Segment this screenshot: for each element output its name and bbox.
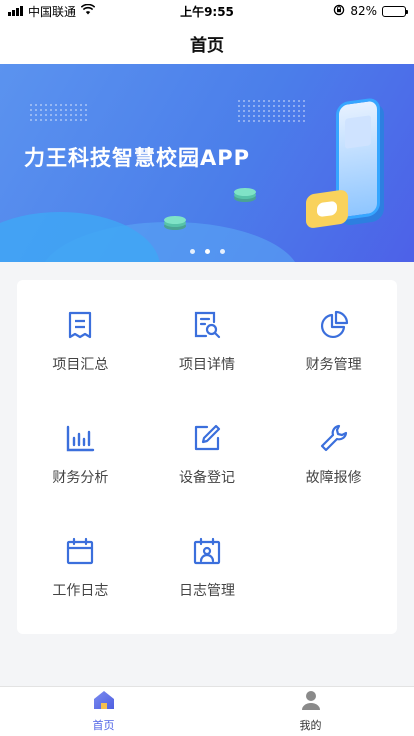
tab-label: 我的 — [299, 719, 322, 732]
banner-title: 力王科技智慧校园APP — [24, 146, 251, 170]
signal-icon — [8, 6, 23, 16]
menu-label: 项目汇总 — [52, 357, 109, 373]
carousel-dot[interactable] — [219, 249, 225, 254]
banner-dot-pattern — [30, 104, 87, 121]
orientation-lock-icon — [333, 4, 345, 19]
carousel-indicator[interactable] — [0, 249, 414, 254]
menu-label: 设备登记 — [178, 470, 235, 486]
menu-label: 财务分析 — [52, 470, 109, 486]
document-list-icon — [65, 310, 95, 340]
pie-chart-icon — [319, 310, 349, 340]
coin-stack-icon — [164, 216, 186, 224]
carrier-label: 中国联通 — [28, 4, 77, 19]
menu-item-log-management[interactable]: 日志管理 — [144, 536, 271, 649]
bar-chart-icon — [65, 423, 95, 453]
banner-carousel[interactable]: 力王科技智慧校园APP — [0, 64, 414, 262]
tab-bar: 首页 我的 — [0, 686, 414, 736]
navigation-bar: 首页 — [0, 22, 414, 64]
chat-bubble-icon — [306, 189, 348, 229]
status-bar: 中国联通 上午9:55 82% — [0, 0, 414, 22]
menu-item-equipment-registration[interactable]: 设备登记 — [144, 423, 271, 536]
menu-label: 日志管理 — [178, 583, 235, 599]
banner-decoration — [0, 212, 160, 262]
document-search-icon — [192, 310, 222, 340]
function-menu: 项目汇总 项目详情 财务管理 财务分析 设备登记 故障报修 工作日志 日志管理 — [17, 280, 397, 634]
calendar-user-icon — [192, 536, 222, 566]
menu-item-project-details[interactable]: 项目详情 — [144, 310, 271, 423]
home-icon — [93, 690, 115, 714]
banner-dot-pattern — [238, 100, 305, 122]
menu-item-finance-management[interactable]: 财务管理 — [270, 310, 397, 423]
page-title: 首页 — [190, 35, 224, 56]
menu-label: 故障报修 — [305, 470, 362, 486]
coin-stack-icon — [234, 188, 256, 196]
menu-item-finance-analysis[interactable]: 财务分析 — [17, 423, 144, 536]
tab-label: 首页 — [92, 719, 115, 732]
carousel-dot[interactable] — [204, 249, 210, 254]
carousel-dot[interactable] — [189, 249, 195, 254]
menu-label: 项目详情 — [178, 357, 235, 373]
calendar-icon — [65, 536, 95, 566]
wrench-icon — [319, 423, 349, 453]
tab-mine[interactable]: 我的 — [207, 687, 414, 736]
battery-percent: 82% — [350, 4, 377, 18]
menu-label: 财务管理 — [305, 357, 362, 373]
wifi-icon — [80, 3, 96, 18]
menu-item-fault-repair[interactable]: 故障报修 — [270, 423, 397, 536]
user-icon — [301, 690, 321, 714]
edit-icon — [192, 423, 222, 453]
menu-item-work-log[interactable]: 工作日志 — [17, 536, 144, 649]
menu-item-project-summary[interactable]: 项目汇总 — [17, 310, 144, 423]
menu-label: 工作日志 — [52, 583, 109, 599]
tab-home[interactable]: 首页 — [0, 687, 207, 736]
battery-icon — [382, 5, 408, 17]
